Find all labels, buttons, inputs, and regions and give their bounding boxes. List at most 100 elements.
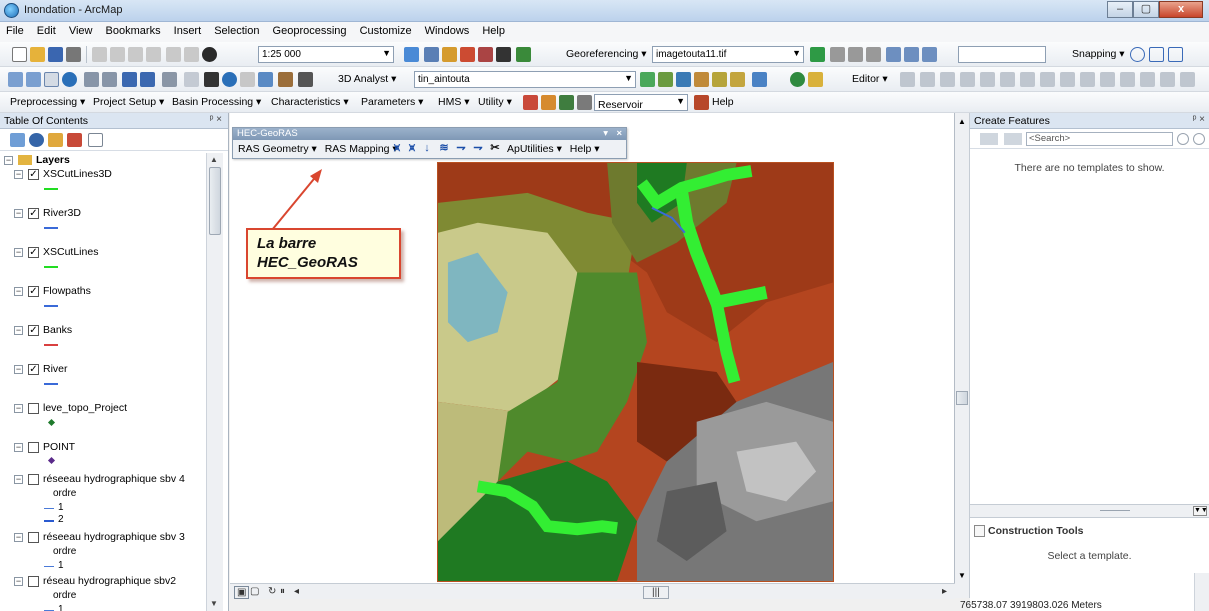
delete-icon[interactable] <box>146 47 161 62</box>
collapse-icon[interactable]: − <box>14 286 23 296</box>
3d-analyst-menu[interactable]: 3D Analyst ▾ <box>338 73 396 85</box>
edit-annotation-icon[interactable] <box>920 72 935 87</box>
basin-icon[interactable] <box>523 95 538 110</box>
print-icon[interactable] <box>66 47 81 62</box>
arcglobe-icon[interactable] <box>790 72 805 87</box>
view-link-table-icon[interactable] <box>886 47 901 62</box>
assign-river-code-icon[interactable]: ⩙ <box>391 142 403 154</box>
arctoolbox-icon[interactable] <box>478 47 493 62</box>
fit-display-icon[interactable] <box>866 47 881 62</box>
map-vertical-scrollbar[interactable]: ▲ ▼ <box>955 113 970 598</box>
ras-mapping-menu[interactable]: RAS Mapping ▾ <box>325 143 398 155</box>
point-snap-icon[interactable] <box>1130 47 1145 62</box>
open-icon[interactable] <box>30 47 45 62</box>
cut-icon[interactable] <box>92 47 107 62</box>
collapse-icon[interactable]: − <box>14 532 23 542</box>
scroll-thumb[interactable] <box>956 391 968 405</box>
template-search-input[interactable]: <Search> <box>1026 132 1173 146</box>
filter-icon[interactable] <box>1004 133 1022 145</box>
edit-options-icon[interactable] <box>1180 72 1195 87</box>
measure-icon[interactable] <box>278 72 293 87</box>
assign-xs-icon[interactable]: ⩙ <box>406 142 418 154</box>
close-icon[interactable]: × <box>616 128 622 140</box>
visibility-checkbox[interactable] <box>28 402 39 414</box>
visibility-checkbox[interactable]: ✓ <box>28 168 39 180</box>
edit-tool-icon[interactable] <box>900 72 915 87</box>
layer-3d-icon[interactable] <box>808 72 823 87</box>
layer-leve-topo-project[interactable]: − leve_topo_Project <box>14 402 127 414</box>
utility-menu[interactable]: Utility ▾ <box>478 96 512 108</box>
pause-icon[interactable]: ⏸ <box>280 586 285 597</box>
layers-root[interactable]: − Layers <box>4 154 70 166</box>
collapse-panel-icon[interactable]: ▼▼ <box>1193 506 1208 516</box>
fixed-zoom-out-icon[interactable] <box>102 72 117 87</box>
visibility-checkbox[interactable] <box>28 441 39 453</box>
catalog-window-icon[interactable] <box>442 47 457 62</box>
layer-banks[interactable]: − ✓ Banks <box>14 324 72 336</box>
interpolate-line-icon[interactable] <box>712 72 727 87</box>
layout-view-icon[interactable]: ▣ <box>234 586 250 599</box>
cut-polygons-icon[interactable] <box>1060 72 1075 87</box>
tin-layer-combo[interactable]: tin_aintouta ▼ <box>414 71 636 88</box>
map-scale-combo[interactable]: 1:25 000 ▼ <box>258 46 394 63</box>
menu-selection[interactable]: Selection <box>208 22 263 37</box>
copy-icon[interactable] <box>110 47 125 62</box>
ras-geometry-menu[interactable]: RAS Geometry ▾ <box>238 143 317 155</box>
ineffective-area-icon[interactable]: ⇁ <box>472 142 484 154</box>
layer-reseau-sbv3[interactable]: − réseeau hydrographique sbv 3 <box>14 531 185 543</box>
scroll-left-icon[interactable]: ◂ <box>294 586 299 597</box>
interpolate-point-icon[interactable] <box>694 72 709 87</box>
search-icon[interactable] <box>1177 133 1189 145</box>
characteristics-menu[interactable]: Characteristics ▾ <box>271 96 349 108</box>
pencil-icon[interactable] <box>694 95 709 110</box>
contour-icon[interactable] <box>640 72 655 87</box>
rotate-edit-icon[interactable] <box>1100 72 1115 87</box>
construction-scrollbar[interactable] <box>1194 573 1209 611</box>
levee-icon[interactable]: ⇁ <box>455 142 467 154</box>
paste-icon[interactable] <box>128 47 143 62</box>
save-icon[interactable] <box>48 47 63 62</box>
redo-icon[interactable] <box>184 47 199 62</box>
reshape-icon[interactable] <box>1040 72 1055 87</box>
scroll-right-icon[interactable]: ▸ <box>942 586 947 597</box>
collapse-icon[interactable]: − <box>14 442 23 452</box>
layer-xscutlines[interactable]: − ✓ XSCutLines <box>14 246 98 258</box>
visibility-checkbox[interactable] <box>28 473 39 485</box>
parameters-menu[interactable]: Parameters ▾ <box>361 96 423 108</box>
terrain-map[interactable] <box>437 162 834 582</box>
list-by-selection-icon[interactable] <box>67 133 82 147</box>
hms-help-menu[interactable]: Help <box>712 96 734 108</box>
scroll-up-icon[interactable]: ▲ <box>958 117 966 126</box>
collapse-icon[interactable]: − <box>14 169 23 179</box>
point-icon[interactable] <box>1000 72 1015 87</box>
menu-insert[interactable]: Insert <box>168 22 206 37</box>
scroll-down-icon[interactable]: ▼ <box>210 599 218 608</box>
menu-file[interactable]: File <box>0 22 28 37</box>
divider-grip[interactable] <box>1100 510 1130 511</box>
collapse-icon[interactable]: − <box>14 208 23 218</box>
menu-windows[interactable]: Windows <box>419 22 474 37</box>
find-icon[interactable] <box>298 72 313 87</box>
pan-icon[interactable] <box>44 72 59 87</box>
aputilities-menu[interactable]: ApUtilities ▾ <box>507 143 562 155</box>
new-icon[interactable] <box>12 47 27 62</box>
data-view-icon[interactable]: ▢ <box>250 586 259 597</box>
collapse-icon[interactable]: − <box>14 325 23 335</box>
magnifier-icon[interactable] <box>922 47 937 62</box>
editor-menu[interactable]: Editor ▾ <box>852 73 888 85</box>
menu-geoprocessing[interactable]: Geoprocessing <box>267 22 351 37</box>
preprocessing-menu[interactable]: Preprocessing ▾ <box>10 96 85 108</box>
steepest-path-icon[interactable] <box>658 72 673 87</box>
collapse-icon[interactable]: − <box>14 403 23 413</box>
visibility-checkbox[interactable]: ✓ <box>28 363 39 375</box>
split-icon[interactable] <box>1080 72 1095 87</box>
hyperlink-icon[interactable] <box>240 72 255 87</box>
add-data-icon[interactable] <box>202 47 217 62</box>
flowpath-icon[interactable]: ↓ <box>421 142 433 154</box>
refresh-icon[interactable]: ↻ <box>268 586 276 597</box>
reservoir-combo[interactable]: Reservoir ▼ <box>594 94 688 111</box>
toc-scrollbar[interactable]: ▲ ▼ <box>206 153 223 611</box>
editor-toolbar-icon[interactable] <box>404 47 419 62</box>
blocked-obstruction-icon[interactable]: ✂ <box>489 142 501 154</box>
select-features-icon[interactable] <box>162 72 177 87</box>
